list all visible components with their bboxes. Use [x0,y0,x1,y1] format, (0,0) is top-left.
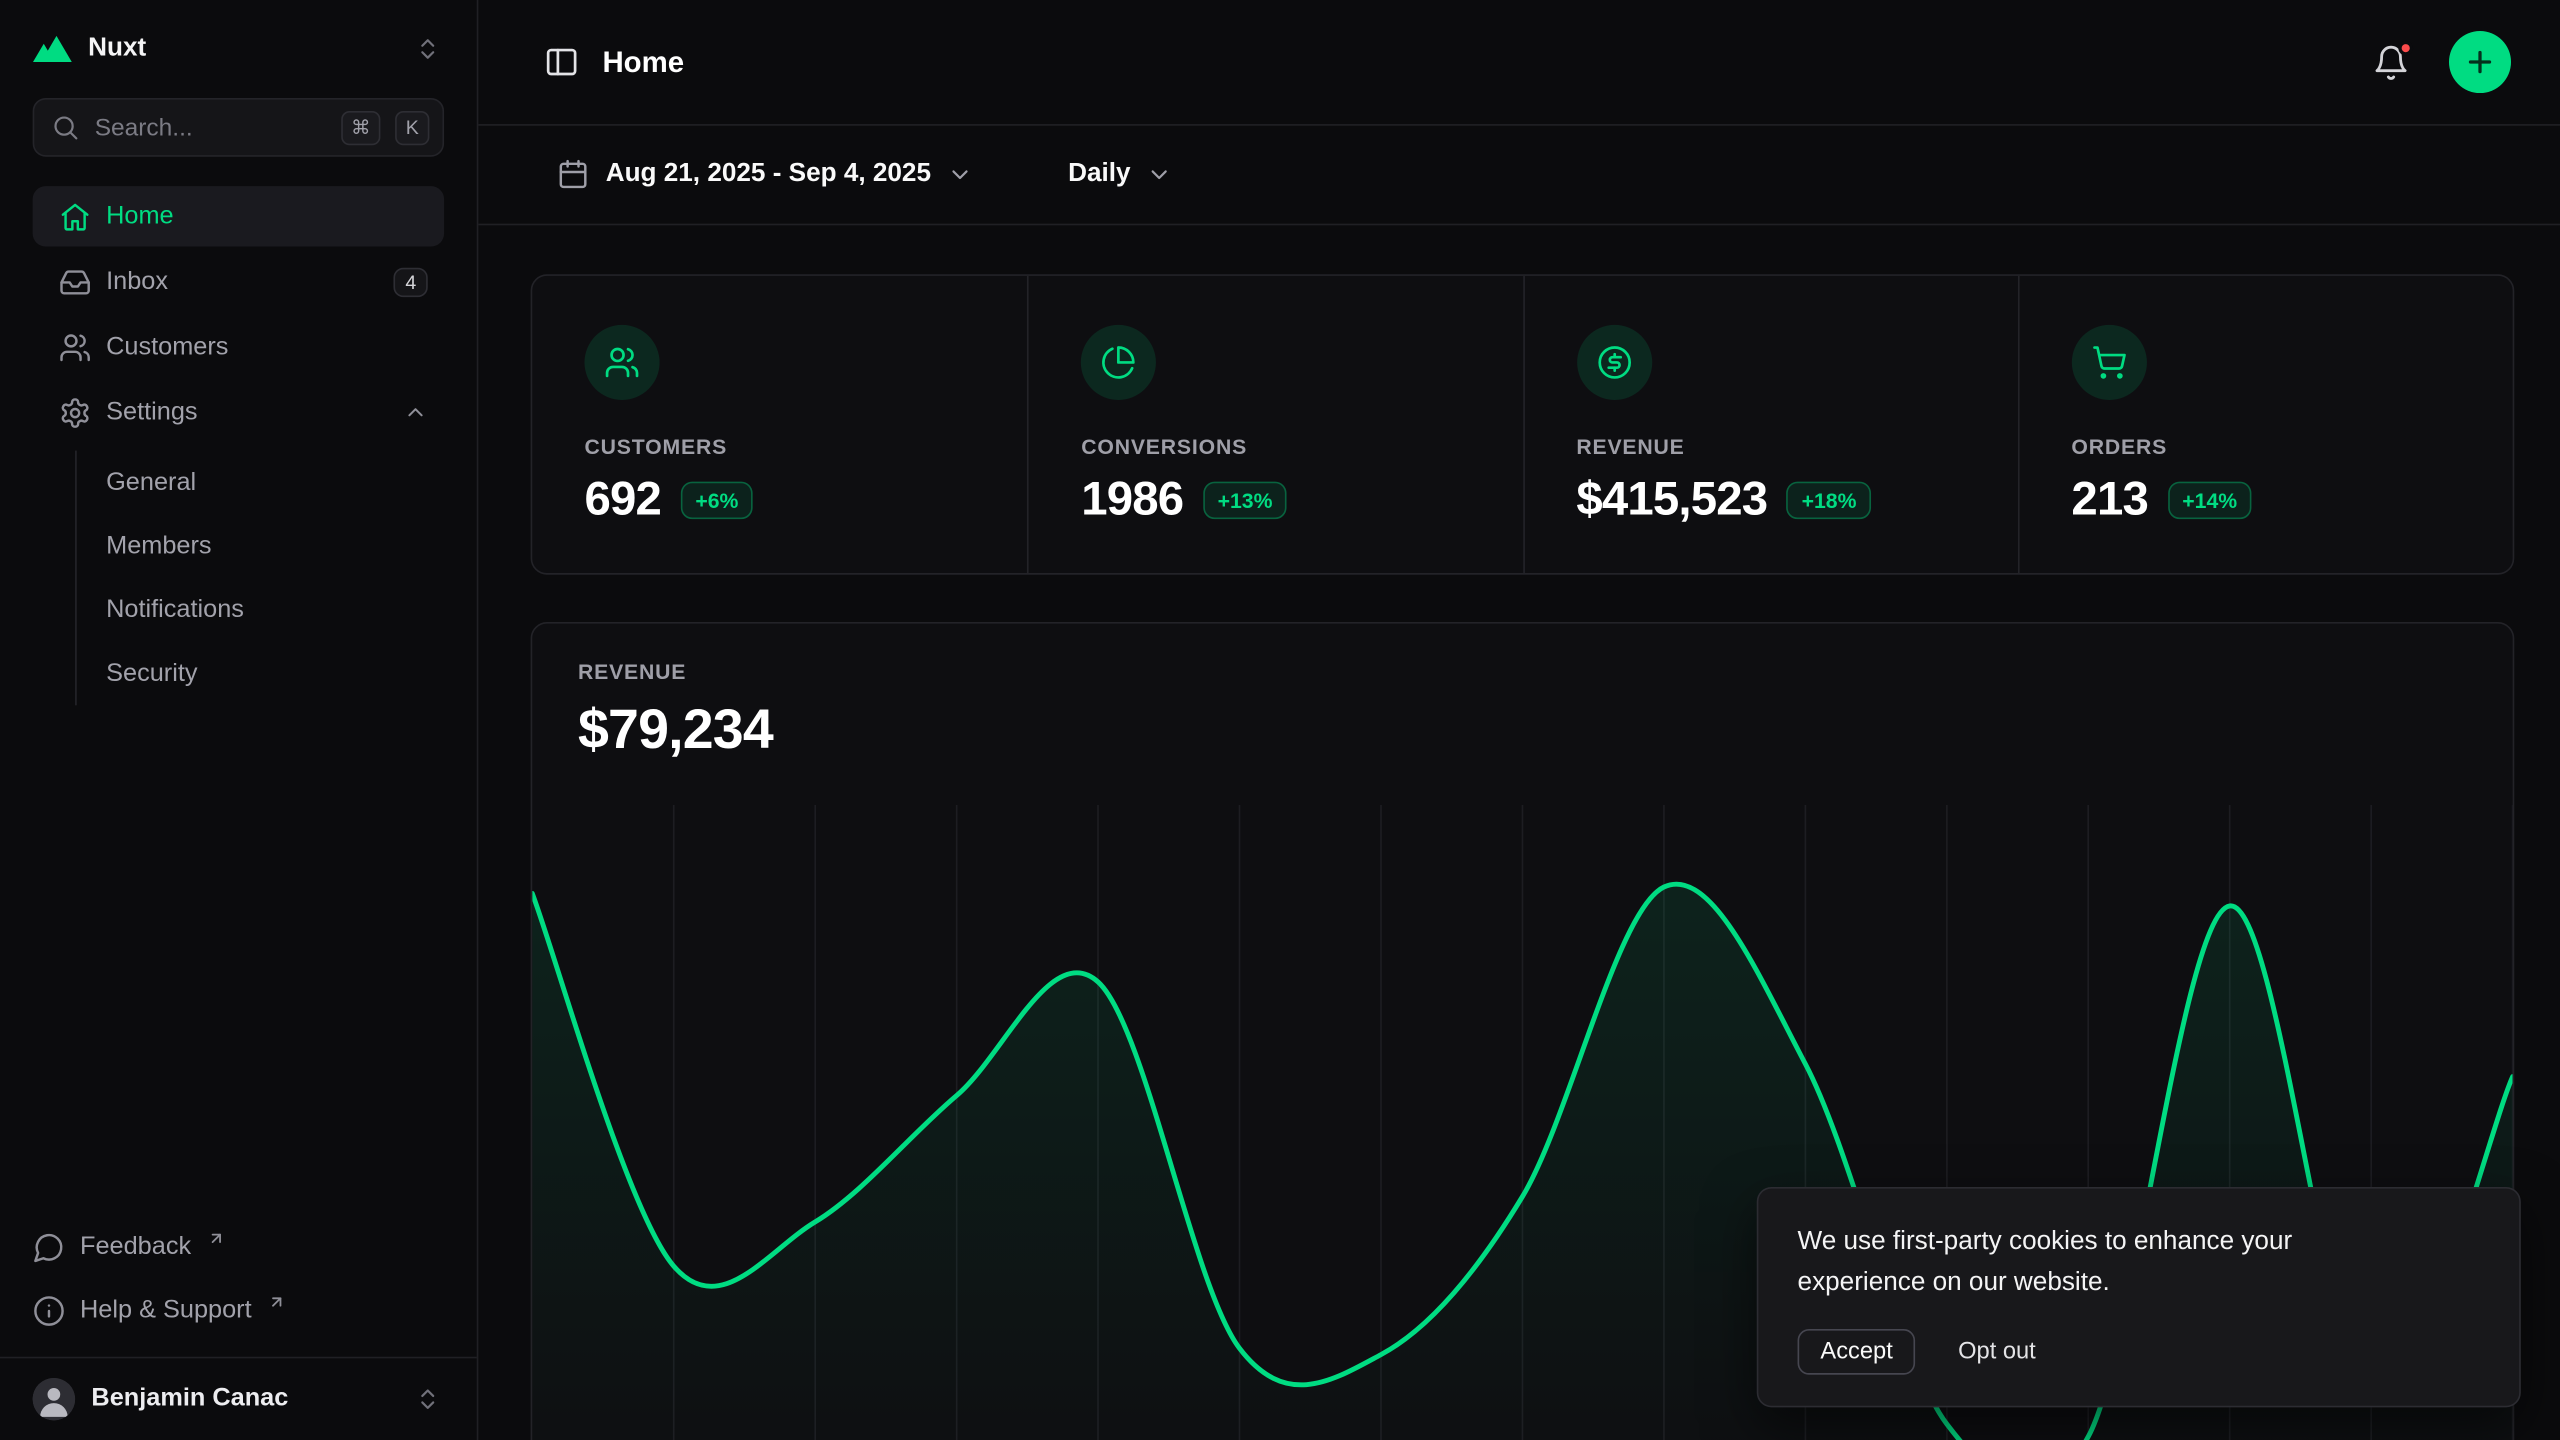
users-icon [584,325,659,400]
granularity-select[interactable]: Daily [1058,158,1182,191]
external-link-icon [207,1229,225,1247]
user-menu[interactable]: Benjamin Canac [0,1357,477,1440]
stats-row: CUSTOMERS 692 +6% CONVERSIONS 1986 +13% [531,274,2515,574]
help-support-link[interactable]: Help & Support [33,1280,444,1340]
granularity-value: Daily [1068,160,1130,189]
sidebar-item-members[interactable]: Members [106,514,444,578]
pie-chart-icon [1081,325,1156,400]
feedback-link[interactable]: Feedback [33,1216,444,1276]
stat-label: ORDERS [2071,434,2460,458]
sidebar-footer-links: Feedback Help & Support [0,1203,477,1356]
sidebar-toggle-icon[interactable] [544,44,580,80]
header-actions [2369,31,2511,93]
cookie-message: We use first-party cookies to enhance yo… [1798,1224,2361,1305]
dashboard-app: Nuxt Search... ⌘ K Home Inbox 4 [0,0,2560,1440]
cookie-optout-button[interactable]: Opt out [1948,1337,2045,1366]
chevron-up-icon [403,400,427,424]
stat-value: 213 [2071,473,2148,527]
info-circle-icon [33,1294,66,1327]
workspace-switcher[interactable]: Nuxt [0,0,477,85]
stat-revenue[interactable]: REVENUE $415,523 +18% [1522,276,2017,575]
page-title: Home [602,45,684,79]
sidebar-item-label: Settings [106,398,197,427]
stat-value: $415,523 [1576,473,1767,527]
sidebar-nav: Home Inbox 4 Customers Settings General [0,173,477,722]
kbd-cmd: ⌘ [341,110,380,144]
cart-icon [2071,325,2146,400]
stat-orders[interactable]: ORDERS 213 +14% [2018,276,2513,575]
inbox-count-badge: 4 [394,267,428,296]
avatar [33,1378,75,1420]
inbox-icon [59,265,92,298]
calendar-icon [557,158,590,191]
stat-conversions[interactable]: CONVERSIONS 1986 +13% [1027,276,1522,575]
settings-subnav: General Members Notifications Security [75,451,444,706]
feedback-label: Feedback [80,1232,191,1261]
gear-icon [59,396,92,429]
stat-value: 1986 [1081,473,1183,527]
chevrons-up-down-icon[interactable] [411,33,444,66]
stat-delta-badge: +14% [2168,482,2252,520]
stat-label: CONVERSIONS [1081,434,1470,458]
chevrons-up-down-icon [411,1383,444,1416]
sidebar-item-label: Customers [106,332,228,361]
sidebar-item-general[interactable]: General [106,451,444,515]
stat-label: CUSTOMERS [584,434,975,458]
stat-delta-badge: +13% [1203,482,1287,520]
stat-delta-badge: +6% [681,482,753,520]
nuxt-logo-icon [33,36,72,62]
sidebar-item-customers[interactable]: Customers [33,317,444,377]
plus-icon [2464,46,2497,79]
sidebar-item-home[interactable]: Home [33,186,444,246]
search-input[interactable]: Search... ⌘ K [33,98,444,157]
user-name: Benjamin Canac [91,1384,288,1413]
chevron-down-icon [1147,162,1173,188]
sidebar-item-security[interactable]: Security [106,642,444,706]
cookie-accept-button[interactable]: Accept [1798,1329,1916,1375]
search-placeholder: Search... [95,113,327,141]
filter-bar: Aug 21, 2025 - Sep 4, 2025 Daily [478,126,2560,226]
stat-delta-badge: +18% [1787,482,1871,520]
add-button[interactable] [2449,31,2511,93]
sidebar: Nuxt Search... ⌘ K Home Inbox 4 [0,0,478,1440]
external-link-icon [268,1293,286,1311]
sidebar-item-label: Inbox [106,267,168,296]
workspace-name: Nuxt [88,34,146,63]
date-range-value: Aug 21, 2025 - Sep 4, 2025 [606,160,931,189]
cookie-banner: We use first-party cookies to enhance yo… [1757,1188,2521,1408]
chat-bubble-icon [33,1230,66,1263]
date-range-picker[interactable]: Aug 21, 2025 - Sep 4, 2025 [547,157,983,193]
top-header: Home [478,0,2560,126]
revenue-chart-value: $79,234 [578,699,2467,763]
search-icon [51,113,80,142]
sidebar-item-settings[interactable]: Settings [33,382,444,442]
revenue-chart-label: REVENUE [578,660,2467,684]
sidebar-spacer [0,722,477,1204]
stat-label: REVENUE [1576,434,1965,458]
kbd-k: K [395,110,429,144]
sidebar-item-notifications[interactable]: Notifications [106,578,444,642]
notification-dot [2398,40,2413,55]
stat-value: 692 [584,473,661,527]
notifications-button[interactable] [2369,40,2413,84]
home-icon [59,200,92,233]
circle-dollar-icon [1576,325,1651,400]
chevron-down-icon [947,162,973,188]
sidebar-item-inbox[interactable]: Inbox 4 [33,251,444,311]
sidebar-item-label: Home [106,202,174,231]
users-icon [59,331,92,364]
help-support-label: Help & Support [80,1296,252,1325]
stat-customers[interactable]: CUSTOMERS 692 +6% [532,276,1027,575]
